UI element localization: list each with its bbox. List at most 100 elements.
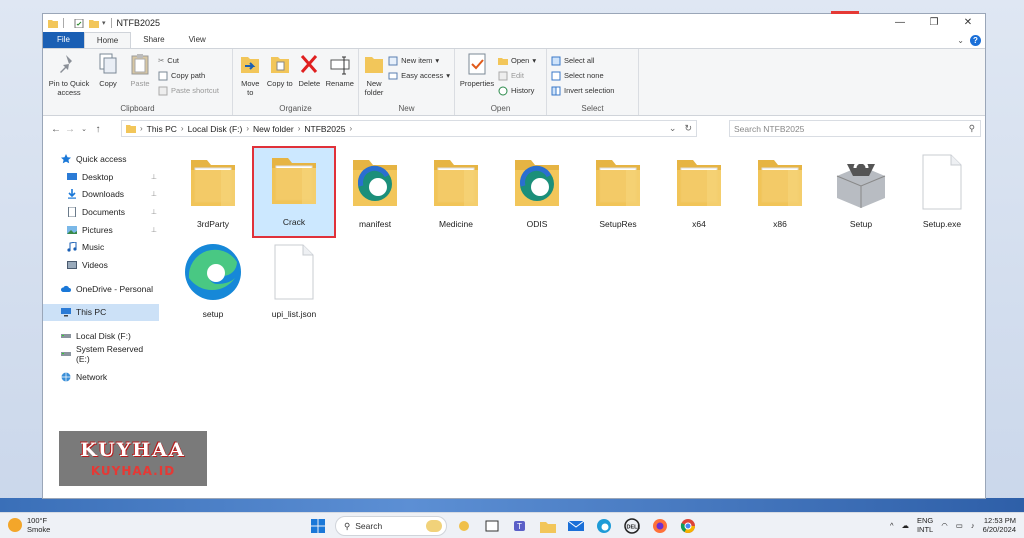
file-item-x86[interactable]: x86 (740, 150, 820, 238)
task-view-icon[interactable] (481, 515, 503, 537)
invert-selection-button[interactable]: Invert selection (551, 84, 614, 97)
sidebar-item-local-disk-f[interactable]: Local Disk (F:) (43, 327, 159, 345)
breadcrumb-current[interactable]: NTFB2025 (304, 124, 345, 134)
file-item-x64[interactable]: x64 (659, 150, 739, 238)
firefox-icon[interactable] (649, 515, 671, 537)
chevron-right-icon[interactable]: › (349, 124, 352, 133)
file-explorer-icon[interactable] (537, 515, 559, 537)
file-item-setup-exe[interactable]: Setup.exe (902, 150, 982, 238)
teams-icon[interactable]: T (509, 515, 531, 537)
clock[interactable]: 12:53 PM 6/20/2024 (983, 516, 1016, 534)
minimize-icon[interactable]: — (883, 14, 917, 32)
mail-icon[interactable] (565, 515, 587, 537)
sidebar-item-onedrive-personal[interactable]: OneDrive - Personal (43, 280, 159, 298)
copy-label: Copy (99, 79, 117, 88)
cloud-sync-icon[interactable]: ☁ (901, 521, 909, 530)
start-windows-icon[interactable] (307, 515, 329, 537)
chevron-right-icon[interactable]: › (181, 124, 184, 133)
select-all-button[interactable]: Select all (551, 54, 614, 67)
weather-widget[interactable]: 100°F Smoke (8, 516, 50, 534)
open-button[interactable]: Open ▾ (498, 54, 536, 67)
address-dropdown-icon[interactable]: ⌄ (669, 123, 677, 134)
copy-path-button[interactable]: Copy path (158, 69, 219, 82)
new-folder-quick-icon[interactable] (89, 19, 99, 28)
chevron-right-icon[interactable]: › (246, 124, 249, 133)
wifi-icon[interactable]: ◠ (941, 521, 948, 530)
file-list: 3rdParty Crack manifest Medicine ODIS SetupRe… (173, 146, 983, 350)
file-item-crack[interactable]: Crack (252, 146, 336, 238)
show-hidden-icons-icon[interactable]: ^ (890, 521, 894, 530)
cut-label: Cut (167, 56, 179, 65)
sidebar-item-desktop[interactable]: Desktop ⊥ (43, 168, 159, 186)
chrome-icon[interactable] (677, 515, 699, 537)
new-item-button[interactable]: New item ▾ (388, 54, 450, 67)
sidebar-item-label: Music (82, 242, 105, 253)
paste-label: Paste (130, 79, 150, 88)
edge-browser-icon[interactable] (593, 515, 615, 537)
sidebar-item-documents[interactable]: Documents ⊥ (43, 203, 159, 221)
clipboard-group-label: Clipboard (120, 104, 155, 113)
select-none-button[interactable]: Select none (551, 69, 614, 82)
maximize-icon[interactable]: ❐ (917, 14, 951, 32)
sidebar-item-network[interactable]: Network (43, 369, 159, 387)
sidebar-item-downloads[interactable]: Downloads ⊥ (43, 185, 159, 203)
chevron-right-icon[interactable]: › (140, 124, 143, 133)
sidebar-item-music[interactable]: Music (43, 238, 159, 256)
file-item-setup[interactable]: Setup (821, 150, 901, 238)
language-indicator[interactable]: ENG INTL (917, 516, 933, 534)
search-icon[interactable]: ⚲ (969, 123, 980, 134)
file-item-setup[interactable]: setup (173, 240, 253, 328)
tab-view[interactable]: View (177, 32, 218, 48)
window-controls: — ❐ ✕ (883, 14, 985, 32)
copy-to-icon (270, 57, 289, 73)
paste-shortcut-button[interactable]: Paste shortcut (158, 84, 219, 97)
tab-share[interactable]: Share (131, 32, 176, 48)
collapse-ribbon-icon[interactable]: ⌄ (957, 36, 964, 45)
sidebar-item-system-reserved-e[interactable]: System Reserved (E:) (43, 344, 159, 364)
pin-icon[interactable]: ⊥ (151, 208, 157, 216)
pin-icon[interactable]: ⊥ (151, 226, 157, 234)
close-icon[interactable]: ✕ (951, 14, 985, 32)
pin-icon[interactable]: ⊥ (151, 190, 157, 198)
forward-arrow-icon[interactable]: → (63, 124, 77, 135)
history-button[interactable]: History (498, 84, 536, 97)
sidebar-item-videos[interactable]: Videos (43, 256, 159, 274)
battery-icon[interactable]: ▭ (956, 521, 963, 530)
easy-access-button[interactable]: Easy access ▾ (388, 69, 450, 82)
breadcrumb-new-folder[interactable]: New folder (253, 124, 294, 134)
tab-home[interactable]: Home (83, 32, 132, 48)
sidebar-item-label: Pictures (82, 224, 113, 235)
properties-quick-icon[interactable] (74, 18, 84, 28)
file-item-medicine[interactable]: Medicine (416, 150, 496, 238)
refresh-icon[interactable]: ↻ (684, 123, 692, 134)
widgets-icon[interactable] (453, 515, 475, 537)
file-item-upi-list-json[interactable]: upi_list.json (254, 240, 334, 328)
recent-locations-icon[interactable]: ⌄ (77, 125, 91, 133)
pin-icon[interactable]: ⊥ (151, 173, 157, 181)
tab-file[interactable]: File (43, 32, 84, 48)
back-arrow-icon[interactable]: ← (49, 124, 63, 135)
quick-access-dropdown-icon[interactable]: ▾ (102, 19, 106, 27)
breadcrumb-local-disk[interactable]: Local Disk (F:) (188, 124, 243, 134)
help-icon[interactable]: ? (970, 34, 981, 46)
file-item-odis[interactable]: ODIS (497, 150, 577, 238)
sidebar-item-pictures[interactable]: Pictures ⊥ (43, 221, 159, 239)
open-label: Open (511, 56, 530, 65)
address-bar[interactable]: › This PC › Local Disk (F:) › New folder… (121, 120, 697, 137)
file-item-manifest[interactable]: manifest (335, 150, 415, 238)
file-item-3rdparty[interactable]: 3rdParty (173, 150, 253, 238)
chevron-right-icon[interactable]: › (298, 124, 301, 133)
up-arrow-icon[interactable]: ↑ (91, 124, 105, 135)
folder-icon (48, 19, 58, 28)
volume-icon[interactable]: ♪ (971, 521, 975, 530)
sidebar-item-quick-access[interactable]: Quick access (43, 150, 159, 168)
file-item-setupres[interactable]: SetupRes (578, 150, 658, 238)
search-box[interactable]: Search NTFB2025 ⚲ (729, 120, 981, 137)
dell-icon[interactable]: DELL (621, 515, 643, 537)
sidebar-item-this-pc[interactable]: This PC (43, 303, 159, 322)
cut-button[interactable]: ✂ Cut (158, 54, 219, 67)
taskbar-search[interactable]: ⚲ Search (335, 516, 447, 536)
edit-button[interactable]: Edit (498, 69, 536, 82)
language-layout: INTL (916, 525, 934, 534)
breadcrumb-this-pc[interactable]: This PC (147, 124, 177, 134)
